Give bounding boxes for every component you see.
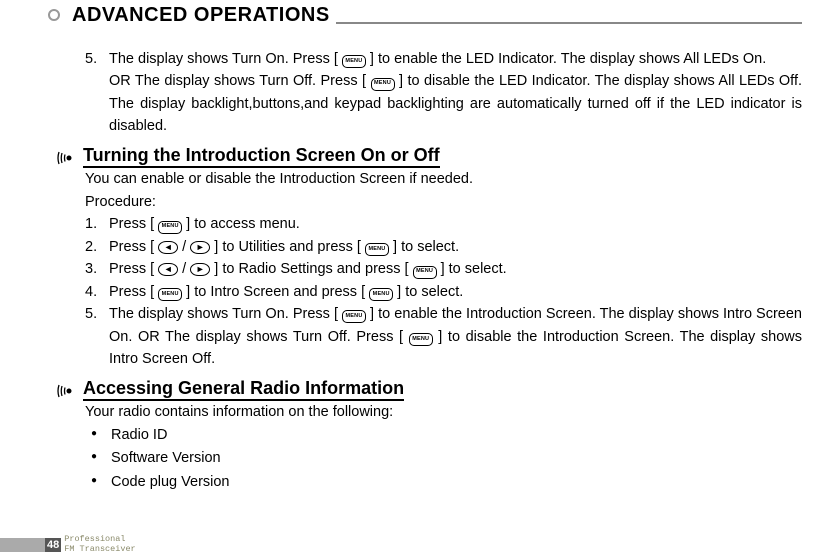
item-number: 4.: [85, 281, 109, 303]
item-number: 1.: [85, 213, 109, 235]
menu-key-icon: MENU: [342, 55, 366, 68]
left-arrow-key-icon: ◄: [158, 241, 178, 254]
page-title: ADVANCED OPERATIONS: [72, 4, 330, 26]
menu-key-icon: MENU: [369, 288, 393, 301]
right-arrow-key-icon: ►: [190, 263, 210, 276]
list-item: Code plug Version: [85, 471, 802, 495]
menu-key-icon: MENU: [342, 310, 366, 323]
list-item: 1. Press [ MENU ] to access menu.: [85, 213, 802, 235]
item-number: 5.: [85, 303, 109, 370]
header-rule: [336, 22, 802, 24]
text: ] to select.: [437, 261, 507, 277]
page-header: ADVANCED OPERATIONS: [48, 4, 802, 26]
list-item: 2. Press [ ◄ / ► ] to Utilities and pres…: [85, 236, 802, 258]
text: ] to enable the LED Indicator. The displ…: [366, 51, 766, 67]
broadcast-icon: [57, 150, 77, 166]
text: ] to access menu.: [182, 216, 300, 232]
paragraph: You can enable or disable the Introducti…: [85, 168, 802, 190]
text: ] to select.: [389, 239, 459, 255]
item-number: 5.: [85, 48, 109, 138]
broadcast-icon: [57, 383, 77, 399]
menu-key-icon: MENU: [413, 266, 437, 279]
list-item: Radio ID: [85, 424, 802, 448]
text: ] to select.: [393, 284, 463, 300]
text: ] to Radio Settings and press [: [210, 261, 412, 277]
text: Press [: [109, 261, 158, 277]
section-title: Accessing General Radio Information: [83, 377, 404, 402]
list-item: Software Version: [85, 447, 802, 471]
document-body: 5. The display shows Turn On. Press [ ME…: [0, 26, 827, 495]
list-item: 5. The display shows Turn On. Press [ ME…: [85, 48, 802, 138]
item-body: The display shows Turn On. Press [ MENU …: [109, 303, 802, 370]
paragraph: Procedure:: [85, 191, 802, 213]
section-heading: Turning the Introduction Screen On or Of…: [57, 144, 802, 169]
page-number: 48: [45, 538, 61, 552]
text: OR The display shows Turn Off. Press [: [109, 73, 371, 89]
menu-key-icon: MENU: [409, 333, 433, 346]
text: The display shows Turn On. Press [: [109, 306, 342, 322]
left-arrow-key-icon: ◄: [158, 263, 178, 276]
section-heading: Accessing General Radio Information: [57, 377, 802, 402]
item-body: Press [ MENU ] to Intro Screen and press…: [109, 281, 802, 303]
text: ] to Intro Screen and press [: [182, 284, 369, 300]
footer-text: Professional FM Transceiver: [64, 535, 135, 554]
header-bullet-icon: [48, 9, 60, 21]
text: /: [178, 261, 190, 277]
item-body: Press [ ◄ / ► ] to Radio Settings and pr…: [109, 258, 802, 280]
right-arrow-key-icon: ►: [190, 241, 210, 254]
section-title: Turning the Introduction Screen On or Of…: [83, 144, 440, 169]
text: ] to Utilities and press [: [210, 239, 365, 255]
list-item: 4. Press [ MENU ] to Intro Screen and pr…: [85, 281, 802, 303]
item-number: 2.: [85, 236, 109, 258]
menu-key-icon: MENU: [158, 288, 182, 301]
text: /: [178, 239, 190, 255]
paragraph: Your radio contains information on the f…: [85, 401, 802, 423]
menu-key-icon: MENU: [365, 243, 389, 256]
text: The display shows Turn On. Press [: [109, 51, 342, 67]
bullet-list: Radio ID Software Version Code plug Vers…: [85, 424, 802, 496]
list-item: 5. The display shows Turn On. Press [ ME…: [85, 303, 802, 370]
item-number: 3.: [85, 258, 109, 280]
menu-key-icon: MENU: [158, 221, 182, 234]
menu-key-icon: MENU: [371, 78, 395, 91]
item-body: Press [ MENU ] to access menu.: [109, 213, 802, 235]
footer-line: FM Transceiver: [64, 545, 135, 554]
text: Press [: [109, 216, 158, 232]
text: Press [: [109, 284, 158, 300]
item-body: Press [ ◄ / ► ] to Utilities and press […: [109, 236, 802, 258]
item-body: The display shows Turn On. Press [ MENU …: [109, 48, 802, 138]
text: Press [: [109, 239, 158, 255]
list-item: 3. Press [ ◄ / ► ] to Radio Settings and…: [85, 258, 802, 280]
footer-bar: [0, 538, 45, 552]
page-footer: 48 Professional FM Transceiver: [0, 535, 136, 554]
